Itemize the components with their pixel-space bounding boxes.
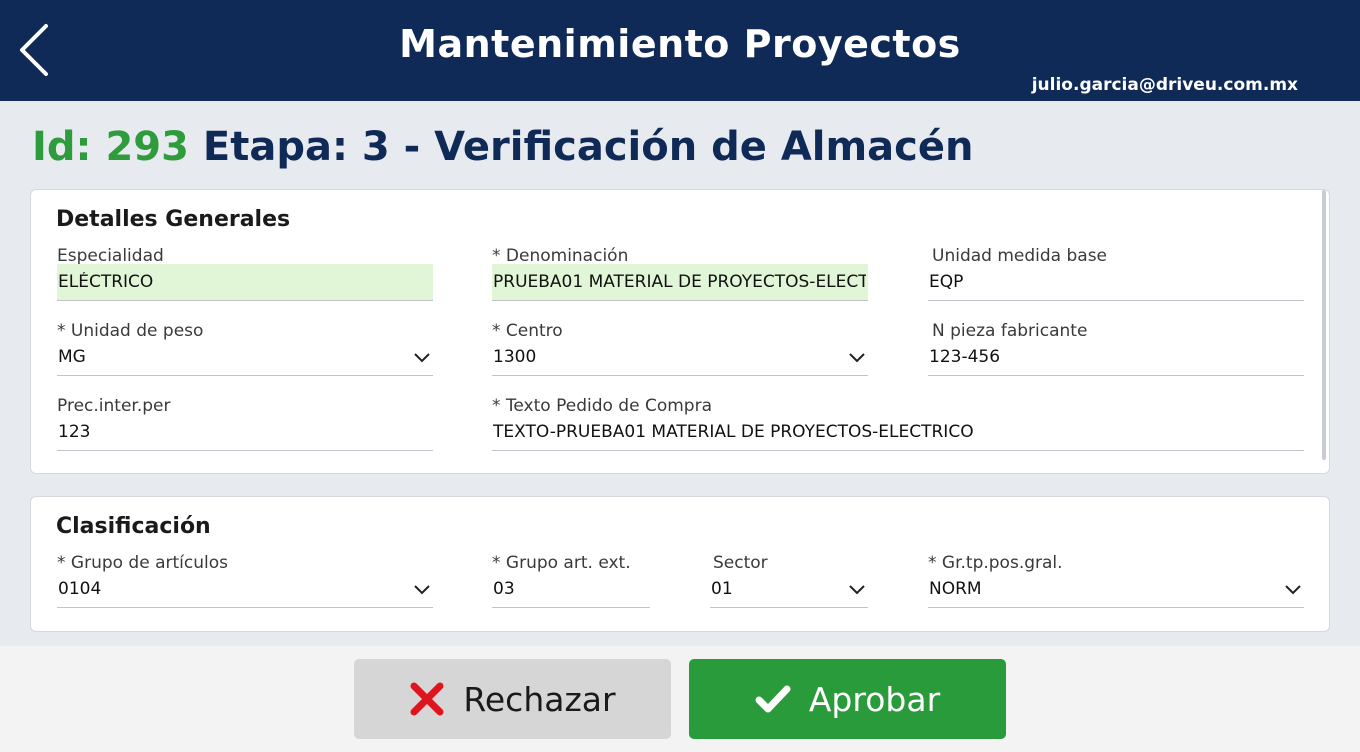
approve-button-label: Aprobar xyxy=(808,679,941,719)
field-value: PRUEBA01 MATERIAL DE PROYECTOS-ELECTR xyxy=(493,272,866,292)
texto-pedido-input[interactable]: TEXTO-PRUEBA01 MATERIAL DE PROYECTOS-ELE… xyxy=(492,414,1304,451)
field-label: * Unidad de peso xyxy=(57,321,204,341)
page-title: Mantenimiento Proyectos xyxy=(399,22,961,66)
sector-select[interactable]: 01 xyxy=(710,571,868,608)
chevron-down-icon xyxy=(414,585,430,595)
especialidad-field: Especialidad ELÉCTRICO xyxy=(57,246,433,304)
project-id: Id: 293 xyxy=(32,124,189,170)
chevron-down-icon xyxy=(414,353,430,363)
field-value: EQP xyxy=(929,272,964,292)
checkmark-icon xyxy=(755,685,791,713)
field-label: * Denominación xyxy=(492,246,629,266)
field-value: 01 xyxy=(711,579,733,599)
grupo-art-ext-input[interactable]: 03 xyxy=(492,571,650,608)
unidad-peso-field: * Unidad de peso MG xyxy=(57,321,433,379)
denominacion-input[interactable]: PRUEBA01 MATERIAL DE PROYECTOS-ELECTR xyxy=(492,264,868,301)
field-label: * Texto Pedido de Compra xyxy=(492,396,712,416)
app-header: Mantenimiento Proyectos julio.garcia@dri… xyxy=(0,0,1360,101)
field-value: 0104 xyxy=(58,579,102,599)
pieza-fabricante-input[interactable]: 123-456 xyxy=(928,339,1304,376)
field-label: * Centro xyxy=(492,321,563,341)
unidad-peso-select[interactable]: MG xyxy=(57,339,433,376)
chevron-down-icon xyxy=(849,585,865,595)
field-value: NORM xyxy=(929,579,982,599)
field-value: 123-456 xyxy=(929,347,1001,367)
texto-pedido-field: * Texto Pedido de Compra TEXTO-PRUEBA01 … xyxy=(492,396,1304,454)
centro-select[interactable]: 1300 xyxy=(492,339,868,376)
unidad-medida-base-input[interactable]: EQP xyxy=(928,264,1304,301)
field-label: N pieza fabricante xyxy=(932,321,1088,341)
grupo-articulos-field: * Grupo de artículos 0104 xyxy=(57,553,433,611)
grupo-articulos-select[interactable]: 0104 xyxy=(57,571,433,608)
scrollbar[interactable] xyxy=(1322,190,1326,460)
project-heading: Id: 293 Etapa: 3 - Verificación de Almac… xyxy=(32,124,973,170)
project-stage: Etapa: 3 - Verificación de Almacén xyxy=(202,124,974,170)
close-x-icon xyxy=(410,682,444,716)
sector-field: Sector 01 xyxy=(710,553,868,611)
field-label: Unidad medida base xyxy=(932,246,1108,266)
gr-tp-pos-gral-field: * Gr.tp.pos.gral. NORM xyxy=(928,553,1304,611)
action-footer: Rechazar Aprobar xyxy=(0,646,1360,752)
field-value: 123 xyxy=(58,422,91,442)
field-value: 03 xyxy=(493,579,515,599)
general-details-card: Detalles Generales Especialidad ELÉCTRIC… xyxy=(30,189,1330,474)
reject-button-label: Rechazar xyxy=(463,679,616,719)
prec-inter-per-field: Prec.inter.per 123 xyxy=(57,396,433,454)
field-label: * Gr.tp.pos.gral. xyxy=(928,553,1063,573)
especialidad-input[interactable]: ELÉCTRICO xyxy=(57,264,433,301)
reject-button[interactable]: Rechazar xyxy=(354,659,671,739)
field-value: 1300 xyxy=(493,347,537,367)
section-title-details: Detalles Generales xyxy=(56,207,291,232)
unidad-medida-base-field: Unidad medida base EQP xyxy=(928,246,1304,304)
grupo-art-ext-field: * Grupo art. ext. 03 xyxy=(492,553,650,611)
field-value: TEXTO-PRUEBA01 MATERIAL DE PROYECTOS-ELE… xyxy=(493,422,974,442)
classification-card: Clasificación * Grupo de artículos 0104 … xyxy=(30,496,1330,632)
field-value: MG xyxy=(58,347,86,367)
approve-button[interactable]: Aprobar xyxy=(689,659,1006,739)
field-label: Especialidad xyxy=(57,246,164,266)
denominacion-field: * Denominación PRUEBA01 MATERIAL DE PROY… xyxy=(492,246,868,304)
pieza-fabricante-field: N pieza fabricante 123-456 xyxy=(928,321,1304,379)
section-title-classification: Clasificación xyxy=(56,514,211,539)
centro-field: * Centro 1300 xyxy=(492,321,868,379)
chevron-down-icon xyxy=(1285,585,1301,595)
chevron-down-icon xyxy=(849,353,865,363)
field-label: Prec.inter.per xyxy=(57,396,171,416)
gr-tp-pos-gral-select[interactable]: NORM xyxy=(928,571,1304,608)
field-label: * Grupo art. ext. xyxy=(492,553,631,573)
prec-inter-per-input[interactable]: 123 xyxy=(57,414,433,451)
field-label: Sector xyxy=(713,553,768,573)
field-value: ELÉCTRICO xyxy=(58,272,154,292)
user-email: julio.garcia@driveu.com.mx xyxy=(1031,75,1298,95)
field-label: * Grupo de artículos xyxy=(57,553,228,573)
